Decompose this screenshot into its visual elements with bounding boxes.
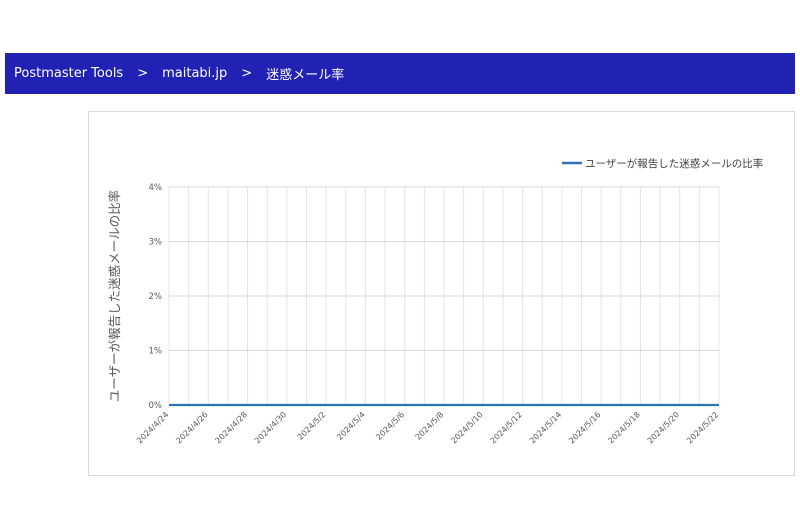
y-tick-label: 4% bbox=[149, 183, 163, 193]
x-tick-label: 2024/5/18 bbox=[606, 410, 641, 445]
breadcrumb-separator: > bbox=[137, 66, 149, 81]
x-tick-label: 2024/4/24 bbox=[135, 410, 170, 445]
x-tick-label: 2024/5/10 bbox=[449, 410, 484, 445]
x-tick-label: 2024/4/26 bbox=[174, 410, 209, 445]
x-tick-label: 2024/5/8 bbox=[414, 410, 446, 442]
x-tick-label: 2024/5/6 bbox=[374, 410, 406, 442]
x-tick-label: 2024/5/2 bbox=[296, 410, 328, 442]
chart-panel: 0% 1% 2% 3% 4% 2024/4/24 2024/4/26 2024/4/28 20… bbox=[88, 111, 795, 476]
breadcrumb-current-page: 迷惑メール率 bbox=[266, 68, 345, 83]
y-tick-label: 3% bbox=[149, 238, 163, 248]
breadcrumb-separator: > bbox=[241, 66, 253, 81]
x-tick-label: 2024/5/16 bbox=[567, 410, 602, 445]
breadcrumb: Postmaster Tools > maitabi.jp > 迷惑メール率 bbox=[5, 53, 795, 94]
x-tick-labels: 2024/4/24 2024/4/26 2024/4/28 2024/4/30 2024… bbox=[135, 410, 720, 445]
x-tick-label: 2024/5/12 bbox=[489, 410, 524, 445]
y-tick-label: 0% bbox=[149, 401, 163, 411]
x-tick-label: 2024/4/30 bbox=[253, 410, 288, 445]
x-tick-label: 2024/5/20 bbox=[646, 410, 681, 445]
legend: ユーザーが報告した迷惑メールの比率 bbox=[562, 157, 763, 170]
spam-rate-chart: 0%1%2%3%4% 2024/4/24 2024/4/26 2024/4/28 20… bbox=[107, 157, 763, 445]
breadcrumb-root[interactable]: Postmaster Tools bbox=[14, 66, 123, 81]
x-tick-label: 2024/5/4 bbox=[335, 410, 367, 442]
x-tick-label: 2024/5/14 bbox=[528, 410, 563, 445]
y-tick-labels: 0% 1% 2% 3% 4% bbox=[149, 183, 163, 411]
legend-label: ユーザーが報告した迷惑メールの比率 bbox=[585, 157, 763, 170]
y-tick-label: 1% bbox=[149, 347, 163, 357]
y-axis-label: ユーザーが報告した迷惑メールの比率 bbox=[107, 190, 122, 402]
breadcrumb-domain[interactable]: maitabi.jp bbox=[162, 66, 227, 81]
x-tick-label: 2024/5/22 bbox=[685, 410, 720, 445]
y-tick-label: 2% bbox=[149, 292, 163, 302]
x-tick-label: 2024/4/28 bbox=[214, 410, 249, 445]
